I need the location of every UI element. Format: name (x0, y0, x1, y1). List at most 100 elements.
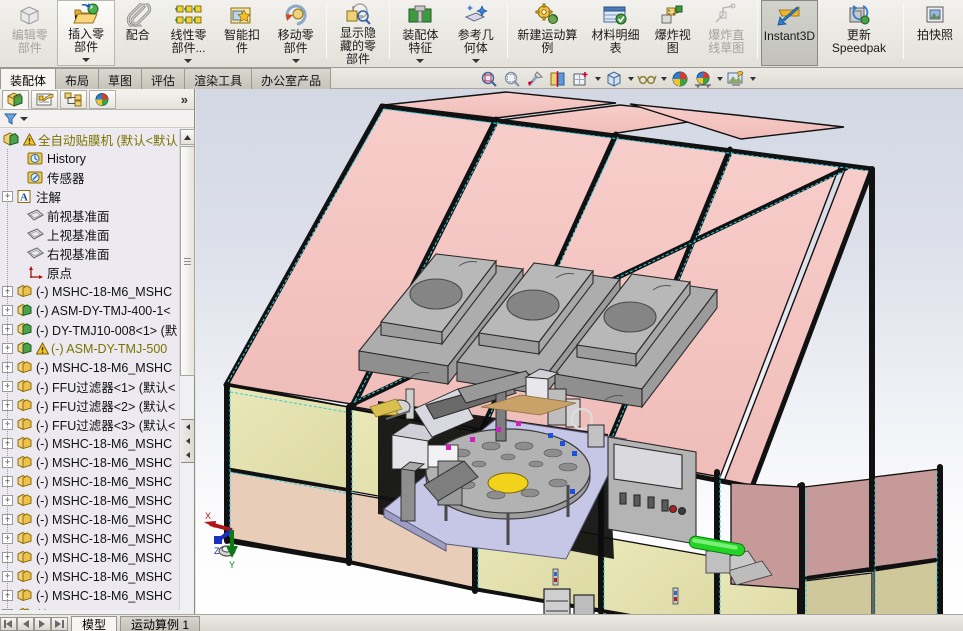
tab-render-tools[interactable]: 渲染工具 (185, 68, 252, 89)
chevron-down-icon[interactable] (659, 69, 668, 89)
zoom-to-area-icon[interactable] (501, 69, 523, 89)
chevron-down-icon[interactable] (393, 55, 448, 66)
feature-tree-scrollbar[interactable] (179, 129, 194, 610)
tab-office-products[interactable]: 办公室产品 (252, 68, 331, 89)
chevron-down-icon[interactable] (58, 54, 113, 65)
configuration-manager-icon[interactable] (60, 90, 87, 109)
scrollbar-thumb[interactable] (180, 146, 195, 376)
ribbon-button-mate[interactable]: 配合 (115, 0, 161, 66)
chevron-down-icon[interactable] (20, 117, 28, 121)
tab-sketch[interactable]: 草图 (99, 68, 142, 89)
ribbon-button-reference-geometry[interactable]: 参考几何体 (448, 0, 503, 66)
ribbon-label: 爆炸直线草图 (703, 29, 750, 55)
tree-item-component[interactable]: + (-) FFU过滤器<1> (默认< (0, 377, 180, 396)
tree-item-right-plane[interactable]: 右视基准面 (0, 244, 180, 263)
tree-item-label: (-) MSHC-18-M6_MSHC (36, 475, 172, 489)
take-snapshot-icon (920, 2, 950, 28)
chevron-down-icon[interactable] (268, 55, 323, 66)
part-yellow-icon (15, 588, 33, 604)
tree-item-label: History (47, 152, 86, 166)
tree-item-component[interactable]: + (-) MSHC-18-M6_MSHC (0, 434, 180, 453)
chevron-down-icon[interactable] (593, 69, 602, 89)
hide-show-items-icon[interactable] (636, 69, 658, 89)
ribbon-button-insert-components[interactable]: 插入零部件 (57, 0, 114, 66)
ribbon-button-explode-line-sketch[interactable]: 爆炸直线草图 (699, 0, 754, 66)
ribbon-button-edit-component[interactable]: 编辑零部件 (2, 0, 57, 66)
ribbon-button-linear-component-pattern[interactable]: 线性零部件... (161, 0, 216, 66)
previous-icon[interactable] (17, 617, 34, 631)
zoom-to-fit-icon[interactable] (478, 69, 500, 89)
display-style-icon[interactable] (603, 69, 625, 89)
next-icon[interactable] (34, 617, 51, 631)
part-yellow-icon (15, 360, 33, 376)
tree-item-front-plane[interactable]: 前视基准面 (0, 206, 180, 225)
tab-layout[interactable]: 布局 (56, 68, 99, 89)
ribbon-button-instant3d[interactable]: Instant3D (761, 0, 818, 66)
ribbon-button-move-component[interactable]: 移动零部件 (268, 0, 323, 66)
chevron-down-icon[interactable] (161, 55, 216, 66)
tree-item-component[interactable]: + (-) DY-TMJ10-008<1> (默 (0, 320, 180, 339)
tree-item-component[interactable]: + (-) MSHC-18-M6_MSHC (0, 453, 180, 472)
chevron-down-icon[interactable] (448, 55, 503, 66)
tree-item-origin[interactable]: 原点 (0, 263, 180, 282)
tree-item-sensors[interactable]: 传感器 (0, 168, 180, 187)
tree-item-component[interactable]: + (-) MSHC-18-M6_MSHC (0, 282, 180, 301)
filter-icon[interactable] (4, 112, 17, 125)
ribbon-button-smart-fasteners[interactable]: 智能扣件 (216, 0, 268, 66)
apply-scene-icon[interactable] (692, 69, 714, 89)
feature-tree-filter-bar[interactable] (0, 110, 194, 128)
tree-item-component[interactable]: + (-) MSHC-18-M6_MSHC (0, 605, 180, 610)
panel-flyout-handle[interactable] (181, 419, 195, 463)
ribbon-button-show-hidden-components[interactable]: 显示隐藏的零部件 (330, 0, 385, 66)
tree-item-label: 前视基准面 (47, 206, 110, 225)
tree-item-component[interactable]: + (-) MSHC-18-M6_MSHC (0, 586, 180, 605)
tree-item-label: 原点 (47, 263, 72, 282)
last-icon[interactable] (51, 617, 68, 631)
bottom-tab-model[interactable]: 模型 (71, 616, 117, 631)
ribbon-label: 线性零部件... (165, 29, 212, 55)
feature-tree[interactable]: 全自动贴膜机 (默认<默认 History (0, 129, 180, 610)
expand-toggle[interactable]: + (2, 609, 13, 610)
tree-item-history[interactable]: History (0, 149, 180, 168)
view-orientation-icon[interactable] (570, 69, 592, 89)
view-settings-icon[interactable] (725, 69, 747, 89)
ribbon-button-take-snapshot[interactable]: 拍快照 (907, 0, 963, 66)
tree-item-component[interactable]: + (-) ASM-DY-TMJ-400-1< (0, 301, 180, 320)
tree-item-component[interactable]: + (-) MSHC-18-M6_MSHC (0, 567, 180, 586)
tree-item-component[interactable]: + (-) FFU过滤器<2> (默认< (0, 396, 180, 415)
display-manager-icon[interactable] (89, 90, 116, 109)
property-manager-icon[interactable] (31, 90, 58, 109)
chevron-down-icon[interactable] (626, 69, 635, 89)
expand-panel-chevron-icon[interactable]: » (181, 92, 188, 107)
chevron-down-icon[interactable] (715, 69, 724, 89)
ribbon-button-bill-of-materials[interactable]: 材料明细表 (584, 0, 647, 66)
tree-item-component[interactable]: + (-) MSHC-18-M6_MSHC (0, 548, 180, 567)
first-icon[interactable] (0, 617, 17, 631)
scroll-up-button[interactable] (180, 129, 195, 145)
tree-item-component[interactable]: + (-) MSHC-18-M6_MSHC (0, 510, 180, 529)
bottom-tab-motion-study[interactable]: 运动算例 1 (120, 616, 200, 631)
section-view-icon[interactable] (547, 69, 569, 89)
ribbon-button-assembly-features[interactable]: 装配体特征 (393, 0, 448, 66)
ribbon-button-exploded-view[interactable]: 爆炸视图 (647, 0, 699, 66)
ribbon-button-new-motion-study[interactable]: 新建运动算例 (511, 0, 585, 66)
linear-component-pattern-icon (173, 2, 203, 28)
previous-view-icon[interactable] (524, 69, 546, 89)
tab-assembly[interactable]: 装配体 (0, 68, 56, 89)
edit-appearance-icon[interactable] (669, 69, 691, 89)
tree-item-component[interactable]: + (-) MSHC-18-M6_MSHC (0, 491, 180, 510)
ribbon-button-update-speedpak[interactable]: 更新 Speedpak (818, 0, 900, 66)
tree-item-component[interactable]: + (-) MSHC-18-M6_MSHC (0, 358, 180, 377)
graphics-viewport[interactable]: X Z Y (196, 89, 963, 614)
part-yellow-icon (15, 379, 33, 395)
tree-item-component[interactable]: + (-) FFU过滤器<3> (默认< (0, 415, 180, 434)
tab-evaluate[interactable]: 评估 (142, 68, 185, 89)
tree-item-annotations[interactable]: + A 注解 (0, 187, 180, 206)
chevron-down-icon[interactable] (748, 69, 757, 89)
tree-item-root-assembly[interactable]: 全自动贴膜机 (默认<默认 (0, 130, 180, 149)
tree-item-component[interactable]: + (-) MSHC-18-M6_MSHC (0, 472, 180, 491)
tree-item-component[interactable]: + (-) MSHC-18-M6_MSHC (0, 529, 180, 548)
tree-item-component-selected[interactable]: + (-) ASM-DY-TMJ-500 (0, 339, 180, 358)
tree-item-top-plane[interactable]: 上视基准面 (0, 225, 180, 244)
feature-manager-tree-icon[interactable] (2, 90, 29, 109)
